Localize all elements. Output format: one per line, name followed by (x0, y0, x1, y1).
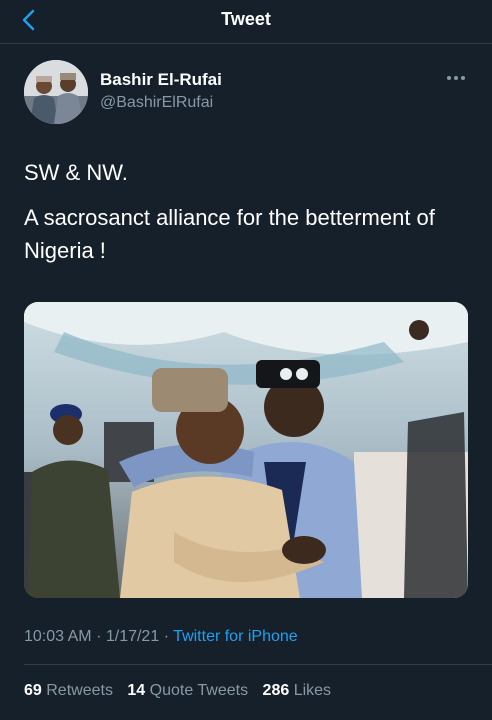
display-name[interactable]: Bashir El-Rufai (100, 70, 222, 90)
avatar[interactable] (24, 60, 88, 124)
page-title: Tweet (221, 9, 271, 29)
more-horizontal-icon (447, 76, 465, 80)
photo-image (24, 302, 468, 598)
meta-separator: · (96, 628, 102, 645)
tweet-source-link[interactable]: Twitter for iPhone (173, 628, 298, 645)
divider (24, 664, 492, 665)
retweets-label: Retweets (46, 682, 113, 699)
user-handle[interactable]: @BashirElRufai (100, 94, 213, 112)
tweet-metadata: 10:03 AM · 1/17/21 · Twitter for iPhone (24, 628, 298, 646)
tweet-photo[interactable] (24, 302, 468, 598)
retweets-count: 69 (24, 682, 42, 699)
tweet-text-line: SW & NW. (24, 160, 128, 185)
likes-stat[interactable]: 286 Likes (263, 682, 332, 699)
top-bar: Tweet (0, 0, 492, 44)
quote-tweets-label: Quote Tweets (149, 682, 249, 699)
avatar-image (24, 60, 88, 124)
retweets-stat[interactable]: 69 Retweets (24, 682, 113, 699)
likes-count: 286 (262, 682, 290, 699)
tweet-stats: 69 Retweets 14 Quote Tweets 286 Likes (24, 682, 341, 700)
tweet-text-line: A sacrosanct alliance for the betterment… (24, 205, 435, 263)
tweet-time: 10:03 AM (24, 628, 92, 645)
meta-separator: · (163, 628, 170, 645)
tweet-body: SW & NW. A sacrosanct alliance for the b… (24, 156, 468, 279)
more-options-button[interactable] (444, 70, 468, 80)
likes-label: Likes (293, 682, 332, 699)
quote-tweets-stat[interactable]: 14 Quote Tweets (127, 682, 248, 699)
tweet-date: 1/17/21 (105, 628, 160, 645)
quote-tweets-count: 14 (127, 682, 146, 699)
tweet-author: Bashir El-Rufai @BashirElRufai (24, 58, 468, 128)
